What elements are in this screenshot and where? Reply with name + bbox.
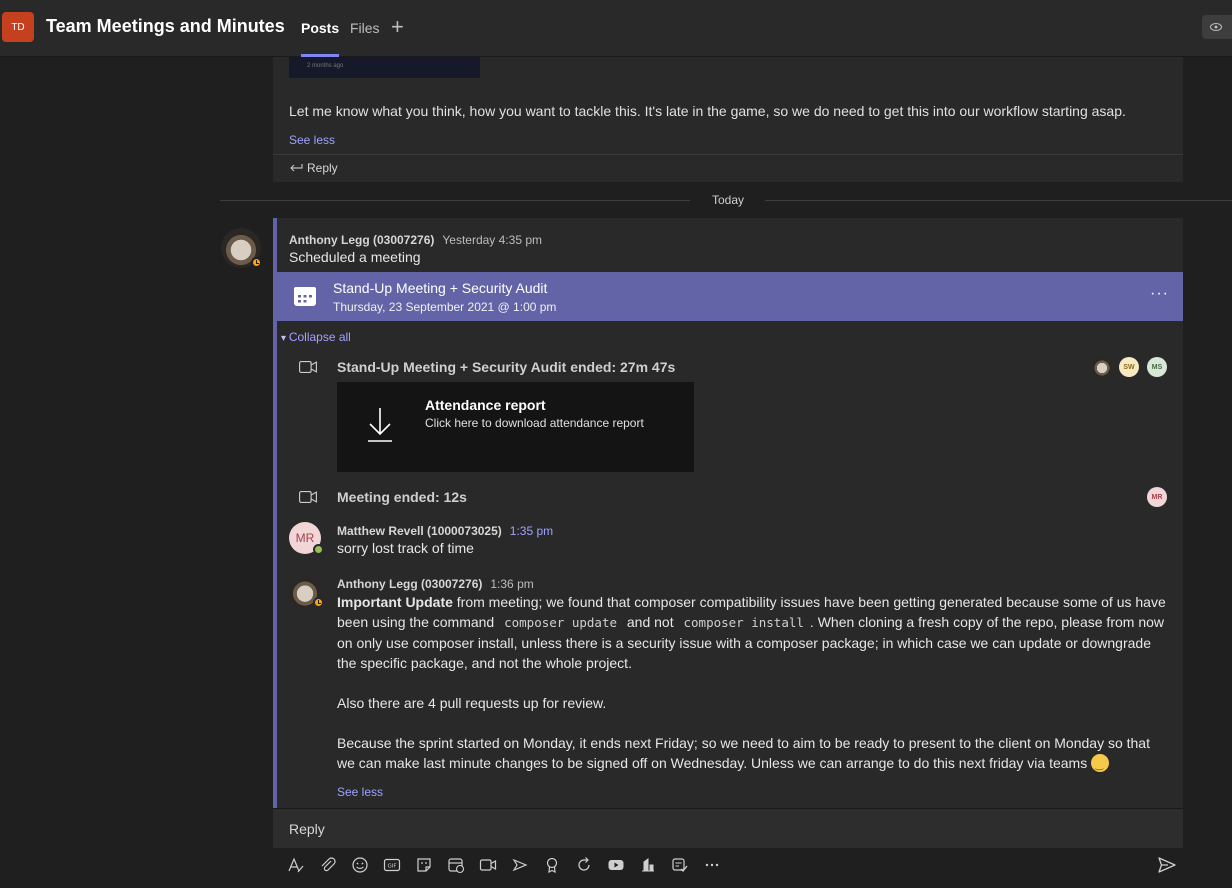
post-text: Let me know what you think, how you want…: [289, 103, 1126, 119]
previous-post-card: 2 months ago Let me know what you think,…: [273, 57, 1183, 182]
see-less-link[interactable]: See less: [337, 785, 383, 799]
meeting-ended-text: Stand-Up Meeting + Security Audit ended:…: [337, 359, 676, 375]
message-paragraph: Because the sprint started on Monday, it…: [337, 733, 1167, 776]
attendance-report-title: Attendance report: [425, 397, 546, 413]
download-icon: [368, 408, 392, 442]
loop-icon[interactable]: [573, 854, 595, 876]
date-divider-right: [765, 200, 1232, 201]
message-text: sorry lost track of time: [337, 540, 474, 556]
add-tab-button[interactable]: +: [391, 14, 404, 40]
calendar-icon: [294, 287, 316, 306]
stream-icon[interactable]: [509, 854, 531, 876]
more-options-icon[interactable]: ···: [1150, 285, 1169, 303]
video-camera-icon: [299, 491, 317, 503]
message-text: Scheduled a meeting: [289, 249, 421, 265]
author-name[interactable]: Anthony Legg (03007276): [289, 233, 434, 247]
format-icon[interactable]: [285, 854, 307, 876]
see-less-link[interactable]: See less: [289, 133, 335, 147]
participant-avatar[interactable]: SW: [1119, 357, 1139, 377]
message-header: Matthew Revell (1000073025) 1:35 pm: [337, 522, 553, 538]
timestamp: 1:36 pm: [490, 577, 534, 591]
team-avatar[interactable]: TD: [2, 12, 34, 42]
approvals-icon[interactable]: [669, 854, 691, 876]
author-name[interactable]: Anthony Legg (03007276): [337, 577, 482, 591]
date-divider-left: [220, 200, 690, 201]
message-header: Anthony Legg (03007276) Yesterday 4:35 pm: [289, 231, 542, 247]
meeting-banner[interactable]: Stand-Up Meeting + Security Audit Thursd…: [277, 272, 1183, 321]
attendance-report-subtitle: Click here to download attendance report: [425, 416, 644, 430]
timestamp: Yesterday 4:35 pm: [442, 233, 542, 247]
praise-icon[interactable]: [541, 854, 563, 876]
channel-header: TD Team Meetings and Minutes Posts Files…: [0, 0, 1232, 57]
emoji-icon[interactable]: [349, 854, 371, 876]
message-text: and not: [623, 614, 678, 630]
reply-button[interactable]: Reply: [289, 161, 338, 175]
svg-text:GIF: GIF: [387, 864, 396, 870]
meeting-ended-text: Meeting ended: 12s: [337, 489, 467, 505]
message-header: Anthony Legg (03007276) 1:36 pm: [337, 575, 534, 591]
inline-code: composer install: [683, 615, 804, 630]
channel-title: Team Meetings and Minutes: [46, 16, 285, 36]
sticker-icon[interactable]: [413, 854, 435, 876]
youtube-icon[interactable]: [605, 854, 627, 876]
meeting-title: Stand-Up Meeting + Security Audit: [333, 280, 548, 296]
meeting-thread: Anthony Legg (03007276) Yesterday 4:35 pm…: [273, 218, 1183, 808]
analytics-icon[interactable]: [637, 854, 659, 876]
reply-bar[interactable]: Reply: [273, 154, 1183, 182]
tab-posts[interactable]: Posts: [301, 20, 340, 57]
reply-input[interactable]: Reply: [273, 808, 1183, 848]
away-status-icon: [251, 257, 262, 268]
available-status-icon: [313, 544, 324, 555]
participant-avatar[interactable]: MS: [1147, 357, 1167, 377]
smile-emoji-icon: [1091, 754, 1110, 776]
timestamp: 1:35 pm: [509, 524, 554, 538]
message-body: Important Update from meeting; we found …: [337, 592, 1167, 793]
author-name[interactable]: Matthew Revell (1000073025): [337, 524, 502, 538]
reply-label: Reply: [307, 161, 338, 175]
attendance-report-card[interactable]: Attendance report Click here to download…: [337, 382, 694, 472]
away-status-icon: [313, 597, 324, 608]
schedule-meeting-icon[interactable]: [445, 854, 467, 876]
date-divider-label: Today: [712, 193, 745, 207]
thumbnail-caption: 2 months ago: [307, 63, 344, 69]
reply-placeholder: Reply: [289, 821, 325, 837]
more-icon[interactable]: [701, 854, 723, 876]
video-clip-icon[interactable]: [477, 854, 499, 876]
view-icon[interactable]: [1202, 15, 1232, 39]
message-paragraph: Also there are 4 pull requests up for re…: [337, 695, 607, 711]
collapse-all-link[interactable]: Collapse all: [281, 330, 351, 344]
tab-files[interactable]: Files: [350, 20, 380, 36]
meeting-datetime: Thursday, 23 September 2021 @ 1:00 pm: [333, 300, 557, 314]
attach-icon[interactable]: [317, 854, 339, 876]
participant-avatar[interactable]: [1092, 357, 1112, 377]
video-camera-icon: [299, 361, 317, 373]
participant-avatar[interactable]: MR: [1147, 487, 1167, 507]
reply-arrow-icon: [290, 164, 303, 172]
important-label: Important Update: [337, 594, 453, 610]
gif-icon[interactable]: GIF: [381, 854, 403, 876]
attachment-thumbnail[interactable]: 2 months ago: [289, 57, 480, 78]
message-paragraph: Important Update from meeting; we found …: [337, 592, 1167, 673]
inline-code: composer update: [504, 615, 617, 630]
send-icon[interactable]: [1157, 855, 1177, 875]
message-text: Because the sprint started on Monday, it…: [337, 735, 1150, 771]
